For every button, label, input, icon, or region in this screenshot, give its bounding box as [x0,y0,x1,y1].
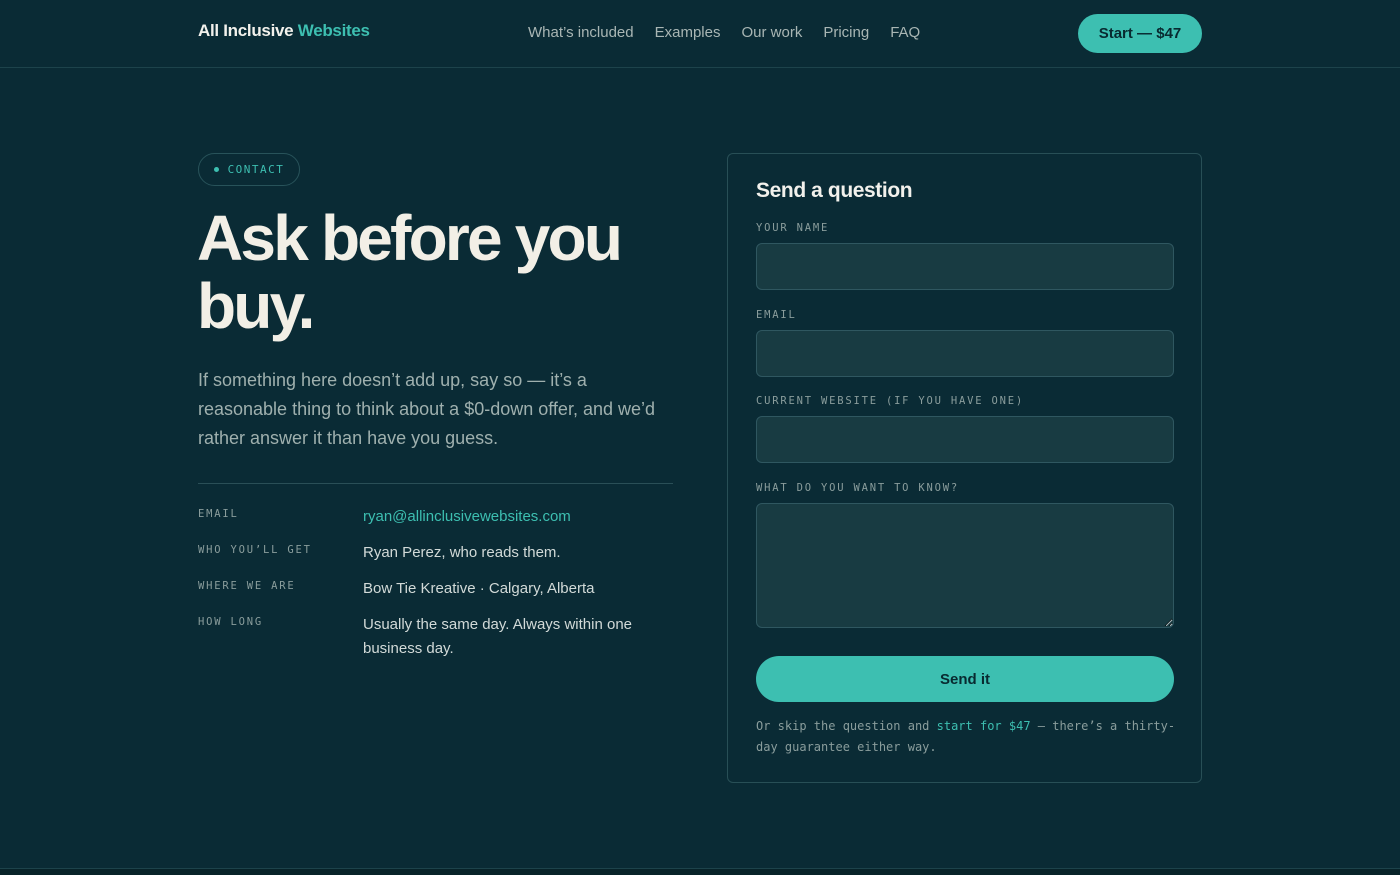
site-header: All Inclusive Websites What’s included E… [0,0,1400,68]
contact-info-list: EMAIL ryan@allinclusivewebsites.com WHO … [198,505,673,673]
email-input[interactable] [756,330,1174,377]
footer [0,869,1400,875]
name-label: YOUR NAME [756,222,830,234]
question-textarea[interactable] [756,503,1174,628]
intro-text: If something here doesn’t add up, say so… [198,370,655,448]
divider [198,483,673,484]
website-input[interactable] [756,416,1174,463]
nav-link-examples[interactable]: Examples [655,24,721,41]
section-tag-label: CONTACT [227,163,285,176]
email-link[interactable]: ryan@allinclusivewebsites.com [363,505,663,529]
info-value: Ryan Perez, who reads them. [363,544,561,561]
start-button[interactable]: Start — $47 [1078,14,1202,53]
send-button[interactable]: Send it [756,656,1174,702]
form-note: Or skip the question and start for $47 —… [756,716,1176,758]
main-nav: What’s included Examples Our work Pricin… [528,24,941,41]
info-value: Bow Tie Kreative · Calgary, Alberta [363,580,595,597]
nav-link-whats-included[interactable]: What’s included [528,24,634,41]
info-row-where: WHERE WE ARE Bow Tie Kreative · Calgary,… [198,577,673,601]
website-label: CURRENT WEBSITE (IF YOU HAVE ONE) [756,395,1025,407]
question-label: WHAT DO YOU WANT TO KNOW? [756,482,960,494]
site-logo[interactable]: All Inclusive Websites [198,21,370,41]
form-title: Send a question [756,179,913,202]
info-key: WHO YOU’LL GET [198,544,312,556]
question-form: Send a question YOUR NAME EMAIL CURRENT … [727,153,1202,783]
name-input[interactable] [756,243,1174,290]
info-key: HOW LONG [198,616,263,628]
nav-link-our-work[interactable]: Our work [741,24,802,41]
dot-icon [213,167,219,172]
email-label: EMAIL [756,309,797,321]
note-text: Or skip the question and [756,719,937,733]
info-value: Usually the same day. Always within one … [363,616,633,657]
info-key: EMAIL [198,508,239,520]
info-row-who: WHO YOU’LL GET Ryan Perez, who reads the… [198,541,673,565]
page-title: Ask before you buy. [197,202,623,342]
nav-link-pricing[interactable]: Pricing [823,24,869,41]
start-link[interactable]: start for $47 [937,719,1031,733]
info-key: WHERE WE ARE [198,580,296,592]
info-row-how-long: HOW LONG Usually the same day. Always wi… [198,613,673,661]
section-tag: CONTACT [198,153,300,186]
logo-main-text: All Inclusive [198,21,294,40]
nav-link-faq[interactable]: FAQ [890,24,920,41]
info-row-email: EMAIL ryan@allinclusivewebsites.com [198,505,673,529]
logo-accent-text: Websites [297,21,370,40]
